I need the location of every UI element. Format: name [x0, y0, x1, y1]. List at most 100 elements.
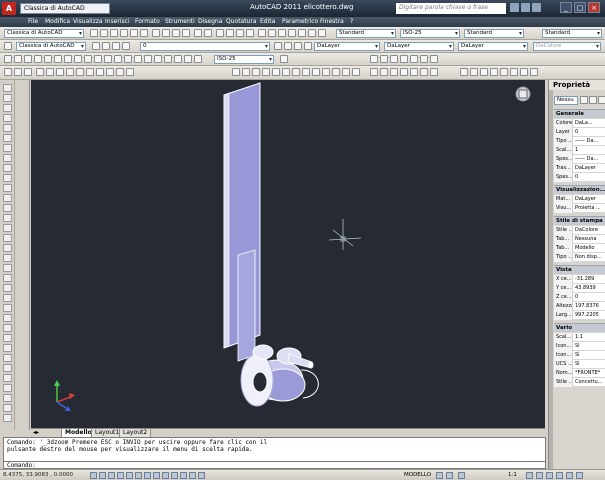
- dyn-toggle-icon[interactable]: [162, 472, 169, 479]
- qp-toggle-icon[interactable]: [189, 472, 196, 479]
- menu-finestra[interactable]: Finestra: [320, 18, 344, 25]
- torus-icon[interactable]: [420, 68, 428, 76]
- property-value[interactable]: Sì: [574, 351, 605, 360]
- property-value[interactable]: 43.8939: [574, 284, 605, 293]
- layer-lock-icon[interactable]: [112, 42, 120, 50]
- ucs-object-icon[interactable]: [272, 68, 280, 76]
- help-toolbar-icon[interactable]: [318, 29, 326, 37]
- menu-visualizza[interactable]: Visualizza: [73, 18, 103, 25]
- dim-arc-icon[interactable]: [24, 55, 32, 63]
- pan-icon[interactable]: [216, 29, 224, 37]
- tab-nav-arrows-icon[interactable]: ◂▸: [33, 429, 39, 436]
- text-style-combo[interactable]: Standard: [336, 29, 396, 38]
- orbit-icon[interactable]: [4, 68, 12, 76]
- property-value[interactable]: 0: [574, 173, 605, 182]
- dim-style-icon[interactable]: [280, 55, 288, 63]
- dim-angular-icon[interactable]: [74, 55, 82, 63]
- property-row[interactable]: Scal... 1:1: [554, 333, 605, 342]
- cut-icon[interactable]: [152, 29, 160, 37]
- select-objects-icon[interactable]: [589, 96, 597, 104]
- layer-previous-icon[interactable]: [284, 42, 292, 50]
- cone-icon[interactable]: [400, 68, 408, 76]
- isolate-objects-icon[interactable]: [556, 472, 563, 479]
- property-value[interactable]: 0: [574, 293, 605, 302]
- add-selected-icon[interactable]: [3, 274, 12, 282]
- loft-icon[interactable]: [500, 68, 508, 76]
- quick-view-drawings-icon[interactable]: [446, 472, 453, 479]
- trim-icon[interactable]: [3, 374, 12, 382]
- hardware-accel-icon[interactable]: [566, 472, 573, 479]
- otrack-toggle-icon[interactable]: [144, 472, 151, 479]
- ne-iso-icon[interactable]: [116, 68, 124, 76]
- bottom-view-icon[interactable]: [46, 68, 54, 76]
- visual-style-icon[interactable]: [370, 55, 378, 63]
- property-value[interactable]: —— Da...: [574, 137, 605, 146]
- publish-icon[interactable]: [140, 29, 148, 37]
- sweep-icon[interactable]: [480, 68, 488, 76]
- properties-icon[interactable]: [258, 29, 266, 37]
- redo-icon[interactable]: [204, 29, 212, 37]
- workspace-combo[interactable]: Classica di AutoCAD: [4, 29, 84, 38]
- subtract-icon[interactable]: [520, 68, 528, 76]
- dim-text-edit-icon[interactable]: [184, 55, 192, 63]
- workspace-combo-2[interactable]: Classica di AutoCAD: [16, 42, 86, 51]
- polar-toggle-icon[interactable]: [117, 472, 124, 479]
- dim-break-icon[interactable]: [124, 55, 132, 63]
- polygon-icon[interactable]: [3, 114, 12, 122]
- rectangle-icon[interactable]: [3, 124, 12, 132]
- properties-section-header[interactable]: Vista: [554, 265, 605, 274]
- property-row[interactable]: Spes... —— Da...: [554, 155, 605, 164]
- ucs-zaxis-icon[interactable]: [302, 68, 310, 76]
- cylinder-icon[interactable]: [390, 68, 398, 76]
- 3dosnap-toggle-icon[interactable]: [135, 472, 142, 479]
- dim-diameter-icon[interactable]: [64, 55, 72, 63]
- property-value[interactable]: Modello: [574, 244, 605, 253]
- make-block-icon[interactable]: [3, 204, 12, 212]
- dim-jogged-icon[interactable]: [54, 55, 62, 63]
- open-file-icon[interactable]: [100, 29, 108, 37]
- dim-baseline-icon[interactable]: [94, 55, 102, 63]
- menu-parametrico[interactable]: Parametrico: [282, 18, 318, 25]
- property-value[interactable]: 997.2205: [574, 311, 605, 320]
- circle-icon[interactable]: [3, 144, 12, 152]
- continuous-orbit-icon[interactable]: [24, 68, 32, 76]
- app-logo-icon[interactable]: A: [2, 2, 16, 15]
- layer-color-icon[interactable]: [122, 42, 130, 50]
- spline-icon[interactable]: [3, 164, 12, 172]
- hatch-icon[interactable]: [3, 224, 12, 232]
- ucs-3point-icon[interactable]: [312, 68, 320, 76]
- menu-strumenti[interactable]: Strumenti: [165, 18, 195, 25]
- visual-manager-icon[interactable]: [430, 55, 438, 63]
- menu-help[interactable]: ?: [350, 18, 353, 25]
- selection-dropdown[interactable]: Nessu: [554, 96, 578, 105]
- mirror-icon[interactable]: [3, 304, 12, 312]
- calculator-icon[interactable]: [308, 29, 316, 37]
- coordinates-readout[interactable]: 8.4375, 33.9083 , 0.0000: [3, 472, 73, 478]
- search-icon[interactable]: [510, 3, 519, 12]
- dim-update-icon[interactable]: [194, 55, 202, 63]
- match-properties-icon[interactable]: [182, 29, 190, 37]
- center-mark-icon[interactable]: [144, 55, 152, 63]
- scale-icon[interactable]: [3, 354, 12, 362]
- zoom-realtime-icon[interactable]: [226, 29, 234, 37]
- menu-file[interactable]: File: [28, 18, 38, 25]
- lwt-toggle-icon[interactable]: [171, 472, 178, 479]
- properties-section-header[interactable]: Generale: [554, 109, 605, 118]
- property-row[interactable]: Icon... Sì: [554, 342, 605, 351]
- sc-toggle-icon[interactable]: [198, 472, 205, 479]
- back-view-icon[interactable]: [86, 68, 94, 76]
- properties-section-header[interactable]: Vario: [554, 323, 605, 332]
- wireframe-3d-icon[interactable]: [390, 55, 398, 63]
- ucs-y-icon[interactable]: [332, 68, 340, 76]
- tpy-toggle-icon[interactable]: [180, 472, 187, 479]
- save-icon[interactable]: [110, 29, 118, 37]
- markup-icon[interactable]: [298, 29, 306, 37]
- property-value[interactable]: -31.289: [574, 275, 605, 284]
- property-row[interactable]: Tab... Nessuna: [554, 235, 605, 244]
- property-value[interactable]: Non disp...: [574, 253, 605, 262]
- wedge-icon[interactable]: [410, 68, 418, 76]
- drawing-viewport[interactable]: [31, 80, 545, 428]
- point-icon[interactable]: [3, 214, 12, 222]
- menu-quotatura[interactable]: Quotatura: [226, 18, 257, 25]
- right-view-icon[interactable]: [66, 68, 74, 76]
